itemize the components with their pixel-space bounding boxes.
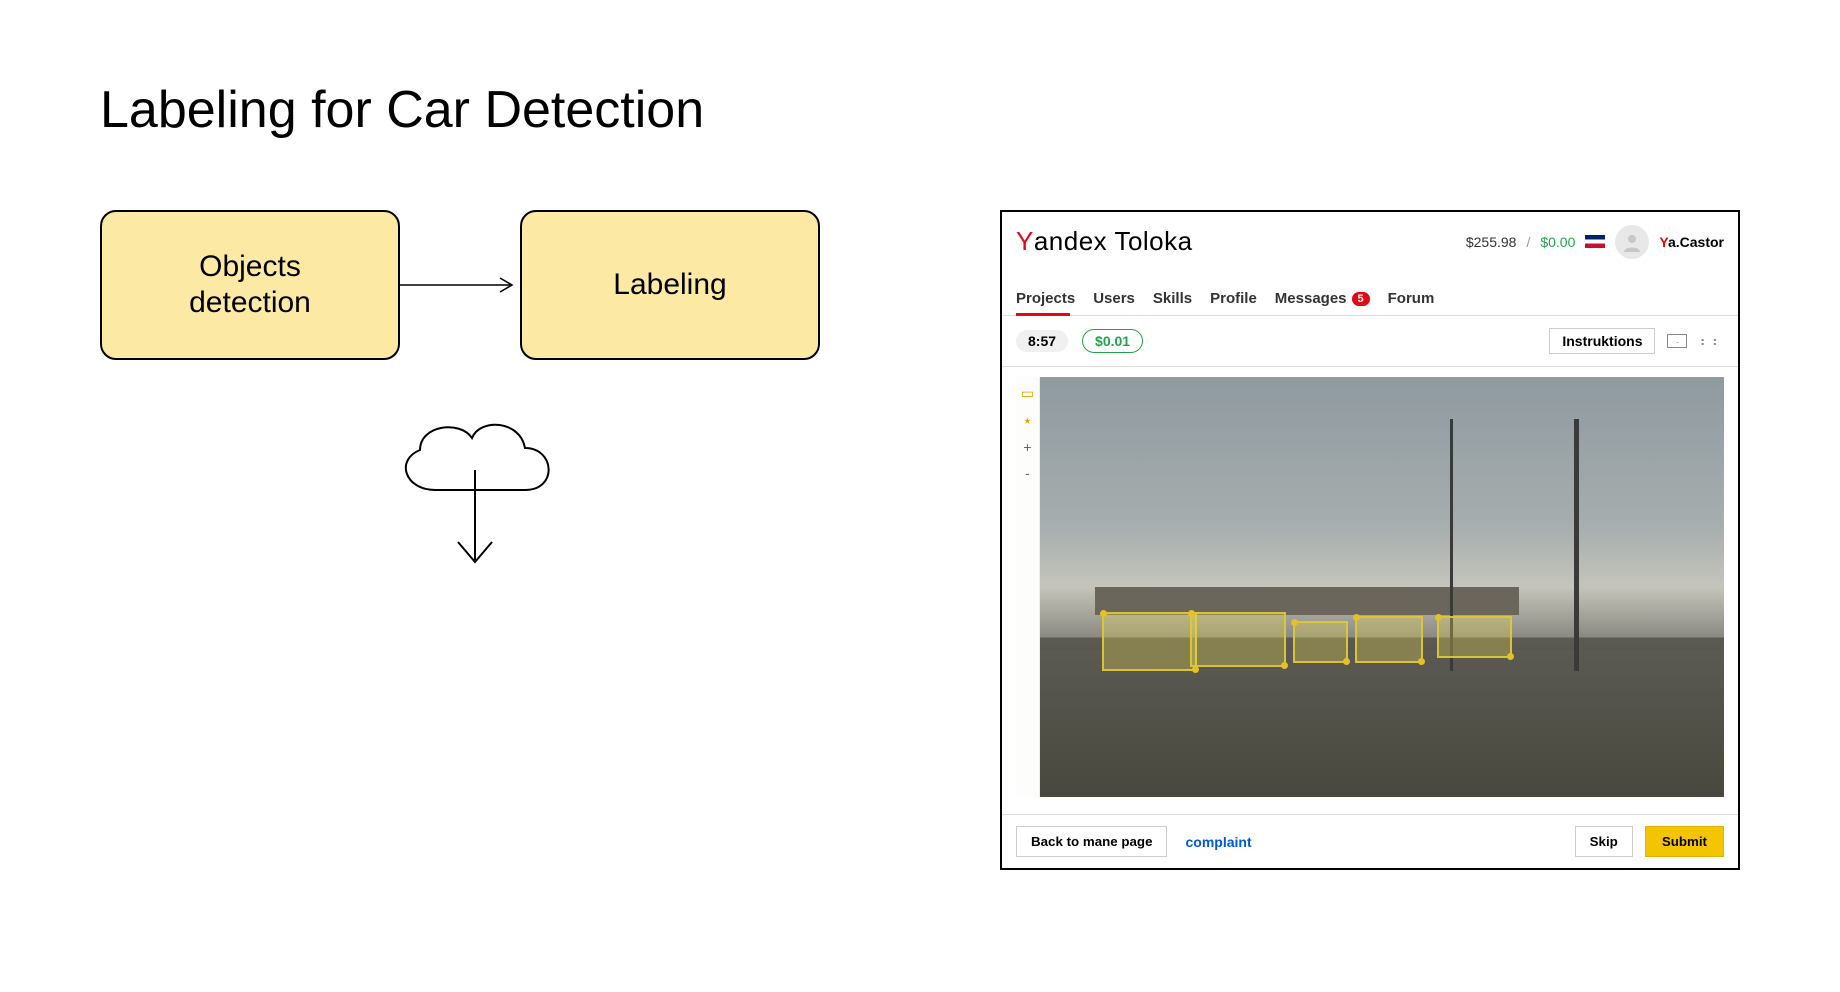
submit-button[interactable]: Submit [1645, 826, 1724, 857]
flow-diagram: Objects detection Labeling [100, 210, 880, 730]
skip-button[interactable]: Skip [1575, 826, 1633, 857]
toloka-screenshot-panel: Yandex Toloka $255.98 / $0.00 Ya.Castor [1000, 210, 1740, 870]
slide-title: Labeling for Car Detection [100, 80, 1740, 140]
bounding-box[interactable] [1293, 621, 1348, 663]
task-bar: 8:57 $0.01 Instruktions ⠆⠆ [1002, 316, 1738, 367]
username-label[interactable]: Ya.Castor [1659, 234, 1724, 250]
bridge-shape [1095, 587, 1519, 615]
flag-uk-icon[interactable] [1585, 235, 1605, 248]
fullscreen-icon[interactable]: ⠆⠆ [1699, 333, 1724, 350]
road-shape [1040, 650, 1724, 797]
bounding-box[interactable] [1190, 612, 1286, 667]
nav-users[interactable]: Users [1093, 282, 1135, 315]
messages-badge: 5 [1352, 292, 1370, 306]
nav-projects[interactable]: Projects [1016, 282, 1075, 315]
bounding-box[interactable] [1102, 612, 1198, 671]
balance-primary: $255.98 [1466, 234, 1517, 250]
main-nav: Projects Users Skills Profile Messages 5… [1002, 272, 1738, 316]
tool-strip: ▭ ٭ + - [1016, 377, 1040, 797]
instructions-button[interactable]: Instruktions [1549, 328, 1655, 354]
cloud-download-icon [380, 410, 580, 590]
flow-box-labeling: Labeling [520, 210, 820, 360]
pole-shape [1574, 419, 1579, 671]
zoom-in-button[interactable]: + [1023, 439, 1031, 455]
avatar[interactable] [1615, 225, 1649, 259]
complaint-link[interactable]: complaint [1185, 834, 1251, 850]
balance-separator: / [1526, 234, 1530, 250]
nav-skills[interactable]: Skills [1153, 282, 1192, 315]
task-footer: Back to mane page complaint Skip Submit [1002, 814, 1738, 868]
nav-forum[interactable]: Forum [1388, 282, 1435, 315]
mail-icon[interactable] [1667, 334, 1687, 348]
zoom-out-button[interactable]: - [1025, 465, 1030, 481]
back-button[interactable]: Back to mane page [1016, 826, 1167, 857]
flow-box-objects-detection: Objects detection [100, 210, 400, 360]
toloka-header: Yandex Toloka $255.98 / $0.00 Ya.Castor [1002, 212, 1738, 272]
person-icon [1622, 232, 1642, 252]
tool-point-icon[interactable]: ٭ [1024, 412, 1032, 429]
nav-messages[interactable]: Messages 5 [1275, 282, 1370, 315]
street-photo [1040, 377, 1724, 797]
annotation-canvas[interactable]: ▭ ٭ + - [1016, 377, 1724, 797]
nav-profile[interactable]: Profile [1210, 282, 1257, 315]
bounding-box[interactable] [1437, 616, 1512, 658]
toloka-logo: Yandex Toloka [1016, 226, 1193, 257]
arrow-right-icon [400, 270, 520, 300]
task-timer: 8:57 [1016, 330, 1068, 352]
balance-secondary: $0.00 [1540, 234, 1575, 250]
task-price: $0.01 [1082, 329, 1143, 353]
tool-rect-icon[interactable]: ▭ [1021, 385, 1034, 402]
bounding-box[interactable] [1355, 616, 1423, 662]
